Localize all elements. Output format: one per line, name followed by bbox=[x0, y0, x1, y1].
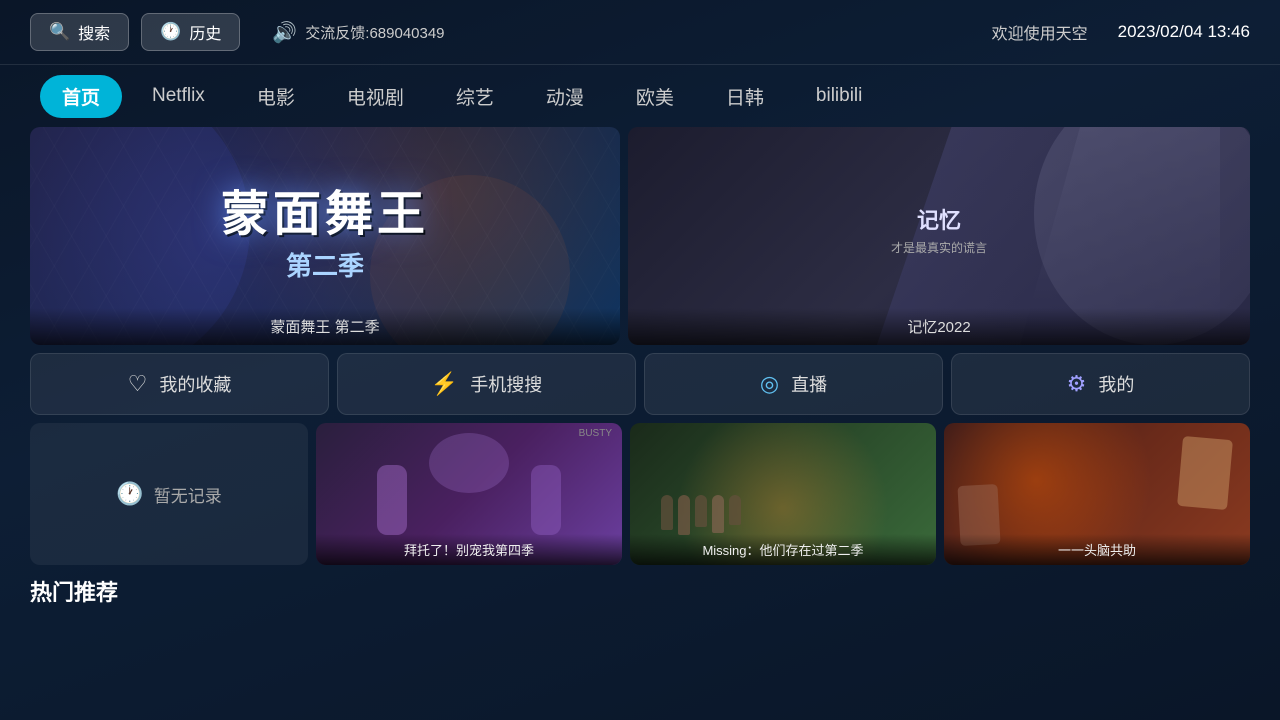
mine-label: 我的 bbox=[1098, 371, 1134, 397]
nav-item-korean[interactable]: 日韩 bbox=[704, 75, 786, 118]
history-icon: 🕐 bbox=[160, 22, 181, 42]
banner-right-title: 记忆 bbox=[891, 203, 987, 235]
mine-button[interactable]: ⚙ 我的 bbox=[951, 353, 1250, 415]
top-bar: 🔍 搜索 🕐 历史 🔊 交流反馈:689040349 欢迎使用天空 2023/0… bbox=[0, 0, 1280, 65]
card-drama1-caption: 拜托了！别宠我第四季 bbox=[316, 534, 622, 565]
card-drama3[interactable]: 一一头脑共助 bbox=[944, 423, 1250, 565]
card-drama2[interactable]: Missing：他们存在过第二季 bbox=[630, 423, 936, 565]
nav-item-movie[interactable]: 电影 bbox=[235, 75, 317, 118]
live-label: 直播 bbox=[791, 371, 827, 397]
search-label: 搜索 bbox=[78, 20, 110, 44]
live-icon: ◎ bbox=[760, 371, 779, 397]
main-nav: 首页 Netflix 电影 电视剧 综艺 动漫 欧美 日韩 bilibili bbox=[0, 65, 1280, 127]
welcome-text: 欢迎使用天空 bbox=[992, 20, 1088, 44]
datetime: 2023/02/04 13:46 bbox=[1118, 22, 1250, 42]
top-bar-left: 🔍 搜索 🕐 历史 🔊 交流反馈:689040349 bbox=[30, 13, 445, 51]
card-drama3-caption: 一一头脑共助 bbox=[944, 534, 1250, 565]
card-drama1[interactable]: BUSTY 拜托了！别宠我第四季 bbox=[316, 423, 622, 565]
feedback-label: 交流反馈:689040349 bbox=[305, 22, 444, 43]
banner-left[interactable]: 蒙面舞王 第二季 蒙面舞王 第二季 bbox=[30, 127, 620, 345]
nav-item-netflix[interactable]: Netflix bbox=[130, 77, 227, 115]
banner-right-subtitle: 才是最真实的谎言 bbox=[891, 239, 987, 256]
nav-item-tv[interactable]: 电视剧 bbox=[325, 75, 426, 118]
volume-area: 🔊 交流反馈:689040349 bbox=[272, 20, 444, 45]
banner-left-subtitle: 第二季 bbox=[221, 246, 429, 283]
nav-item-bilibili[interactable]: bilibili bbox=[794, 77, 884, 115]
banner-right[interactable]: 记忆 才是最真实的谎言 记忆2022 bbox=[628, 127, 1250, 345]
search-button[interactable]: 🔍 搜索 bbox=[30, 13, 129, 51]
quick-actions: ♡ 我的收藏 ⚡ 手机搜搜 ◎ 直播 ⚙ 我的 bbox=[0, 345, 1280, 423]
heart-icon: ♡ bbox=[128, 371, 148, 397]
history-button[interactable]: 🕐 历史 bbox=[141, 13, 240, 51]
nav-item-western[interactable]: 欧美 bbox=[614, 75, 696, 118]
favorites-label: 我的收藏 bbox=[159, 371, 231, 397]
banners-container: 蒙面舞王 第二季 蒙面舞王 第二季 记忆 才是最真实的谎言 记忆2022 bbox=[0, 127, 1280, 345]
banner-right-caption: 记忆2022 bbox=[628, 308, 1250, 345]
settings-icon: ⚙ bbox=[1067, 371, 1087, 397]
nav-item-anime[interactable]: 动漫 bbox=[524, 75, 606, 118]
banner-left-caption: 蒙面舞王 第二季 bbox=[30, 308, 620, 345]
card-drama2-caption: Missing：他们存在过第二季 bbox=[630, 534, 936, 565]
banner-right-text: 记忆 才是最真实的谎言 bbox=[891, 203, 987, 256]
nav-item-variety[interactable]: 综艺 bbox=[434, 75, 516, 118]
no-history-label: 暂无记录 bbox=[154, 482, 222, 507]
search-icon: 🔍 bbox=[49, 22, 70, 42]
hot-section-title: 热门推荐 bbox=[0, 565, 1280, 607]
nav-item-home[interactable]: 首页 bbox=[40, 75, 122, 118]
volume-icon: 🔊 bbox=[272, 20, 297, 45]
mobile-search-label: 手机搜搜 bbox=[470, 371, 542, 397]
mobile-search-button[interactable]: ⚡ 手机搜搜 bbox=[337, 353, 636, 415]
live-button[interactable]: ◎ 直播 bbox=[644, 353, 943, 415]
cards-row: 🕐 暂无记录 BUSTY 拜托了！别宠我第四季 bbox=[0, 423, 1280, 565]
no-history-card: 🕐 暂无记录 bbox=[30, 423, 308, 565]
history-label: 历史 bbox=[189, 20, 221, 44]
top-bar-right: 欢迎使用天空 2023/02/04 13:46 bbox=[992, 20, 1250, 44]
favorites-button[interactable]: ♡ 我的收藏 bbox=[30, 353, 329, 415]
lightning-icon: ⚡ bbox=[431, 371, 458, 397]
clock-icon: 🕐 bbox=[116, 481, 143, 507]
banner-left-title: 蒙面舞王 bbox=[221, 189, 429, 242]
